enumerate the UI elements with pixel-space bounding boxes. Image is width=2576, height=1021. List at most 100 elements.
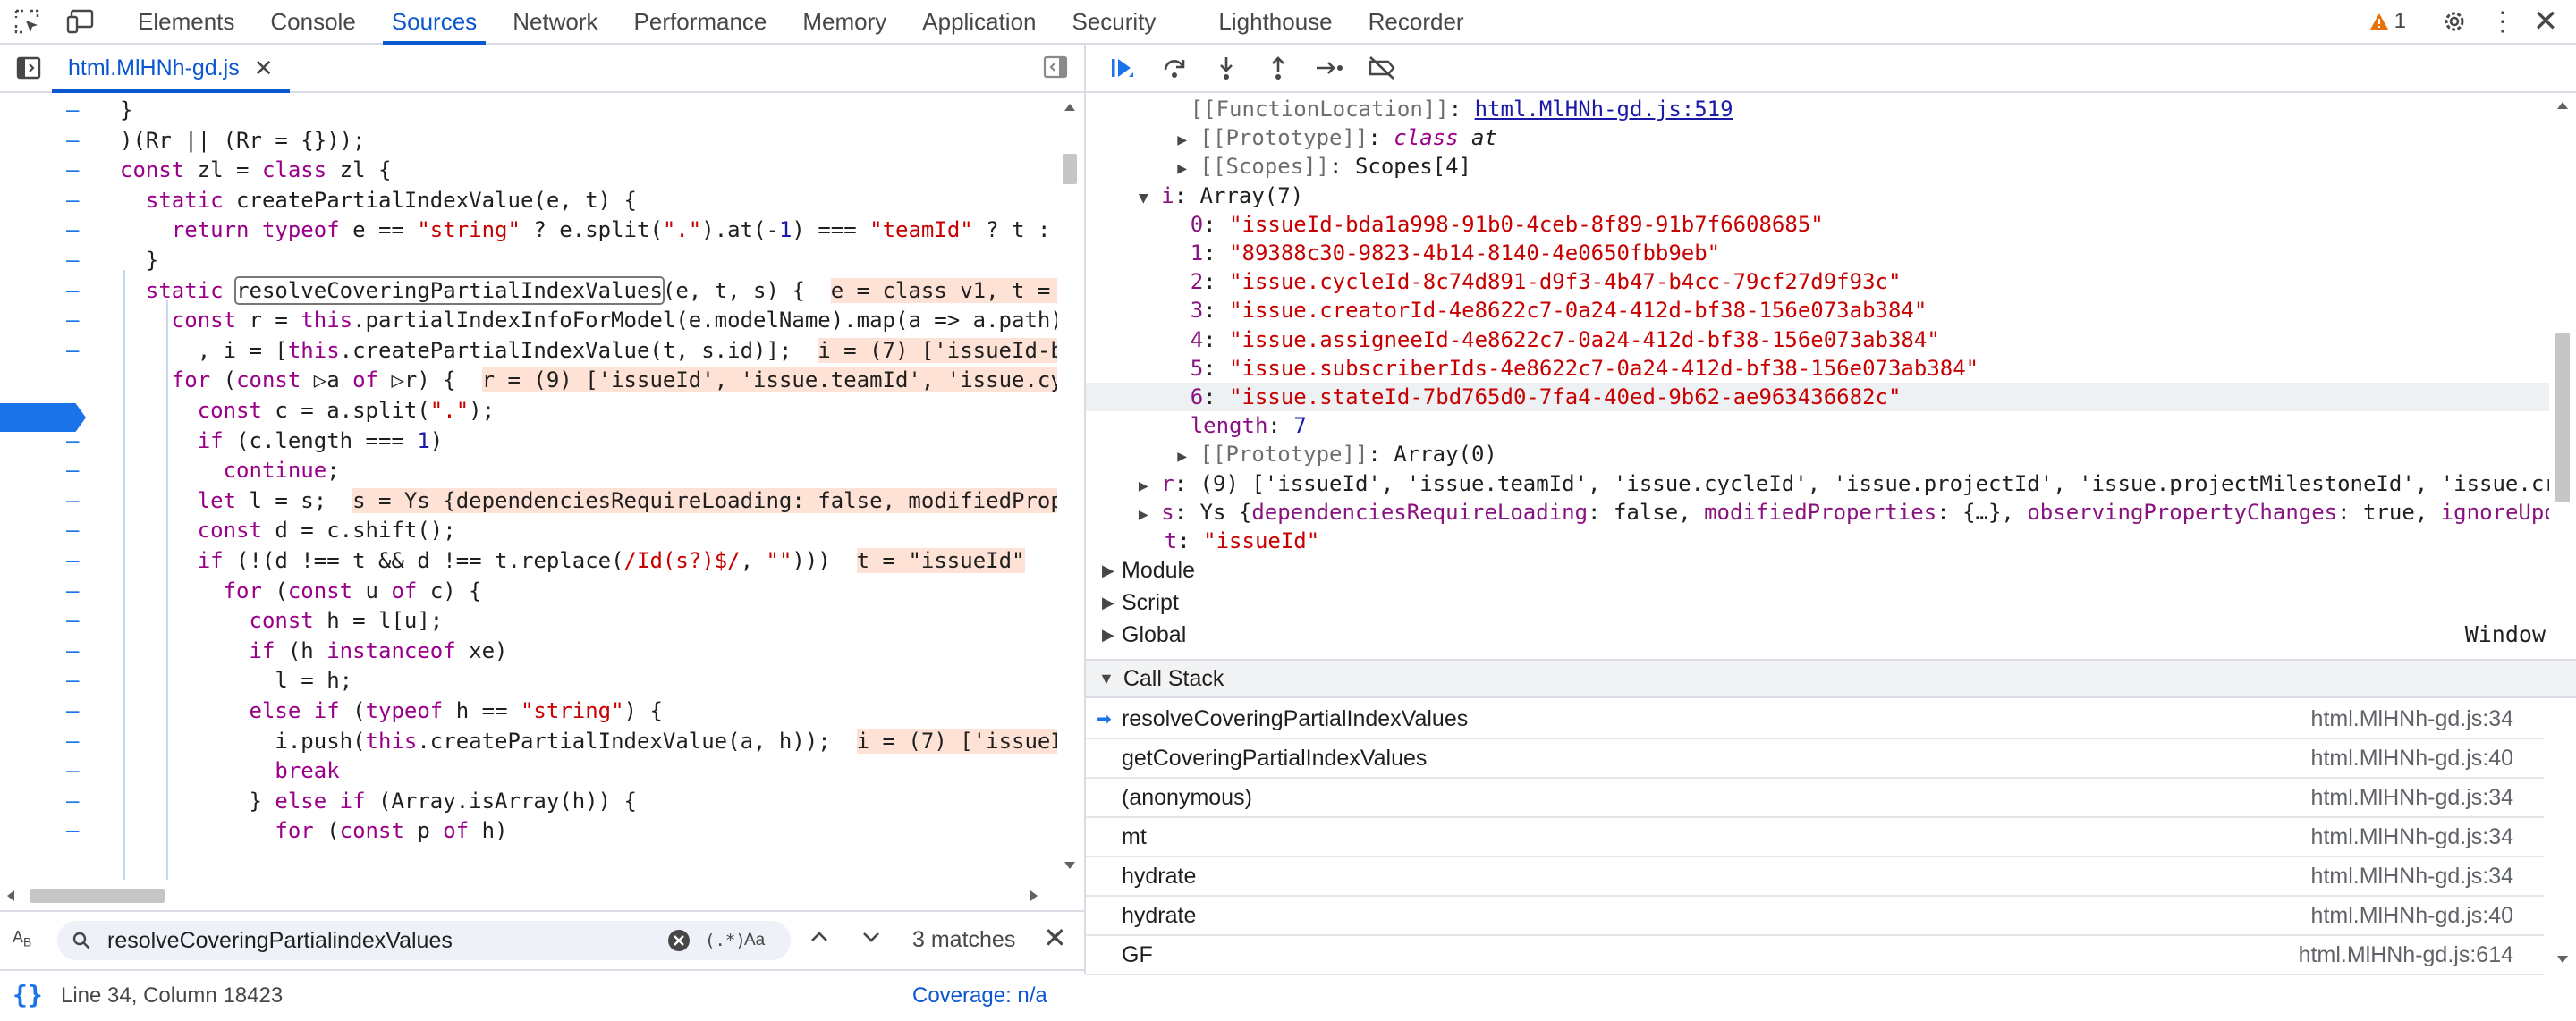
line-gutter-marker[interactable]: – — [66, 576, 79, 606]
code-line[interactable]: – const h = l[u]; — [0, 605, 1055, 636]
resume-icon[interactable] — [1098, 46, 1147, 89]
line-gutter-marker[interactable]: – — [66, 365, 79, 395]
call-frame[interactable]: GF html.MlHNh-gd.js:614 — [1086, 936, 2544, 975]
code-line[interactable]: – static resolveCoveringPartialIndexValu… — [0, 275, 1077, 306]
code-line[interactable]: – static createPartialIndexValue(e, t) { — [0, 185, 1055, 215]
call-frame[interactable]: (anonymous) html.MlHNh-gd.js:34 — [1086, 779, 2544, 818]
tab-memory[interactable]: Memory — [784, 0, 904, 43]
tab-network[interactable]: Network — [495, 0, 615, 43]
open-file-tab[interactable]: html.MlHNh-gd.js ✕ — [52, 45, 290, 93]
line-gutter-marker[interactable]: – — [66, 786, 79, 816]
clear-search-icon[interactable] — [667, 929, 691, 952]
line-gutter-marker[interactable]: – — [66, 515, 79, 545]
search-input[interactable]: resolveCoveringPartialindexValues — [107, 928, 453, 954]
code-line[interactable]: – const r = this.partialIndexInfoForMode… — [0, 305, 1063, 335]
deactivate-breakpoints-icon[interactable] — [1358, 46, 1406, 89]
device-toolbar-icon[interactable] — [54, 0, 107, 43]
code-line[interactable]: – if (c.length === 1) — [0, 426, 1055, 456]
pretty-print-icon[interactable]: {} — [13, 980, 43, 1009]
call-frame-location[interactable]: html.MlHNh-gd.js:34 — [2311, 864, 2513, 890]
code-line[interactable]: – for (const ▷a of ▷r) { r = (9) ['issue… — [0, 365, 1077, 395]
replace-toggle-icon[interactable]: AB — [13, 928, 31, 949]
tab-sources[interactable]: Sources — [374, 0, 495, 45]
line-gutter-marker[interactable]: – — [66, 696, 79, 726]
line-gutter-marker[interactable]: – — [66, 545, 79, 576]
settings-gear-icon[interactable] — [2431, 0, 2478, 43]
line-gutter-marker[interactable]: – — [66, 755, 79, 786]
call-stack-header[interactable]: ▼ Call Stack — [1086, 659, 2576, 698]
line-gutter-marker[interactable]: – — [66, 726, 79, 756]
line-gutter-marker[interactable]: – — [66, 426, 79, 456]
scope-entry[interactable]: ▶ [[Prototype]]: class at — [1086, 123, 2549, 152]
tab-recorder[interactable]: Recorder — [1351, 0, 1482, 43]
scope-entry[interactable]: [[FunctionLocation]]: html.MlHNh-gd.js:5… — [1086, 95, 2549, 123]
tab-console[interactable]: Console — [252, 0, 373, 43]
line-gutter-marker[interactable]: – — [66, 665, 79, 696]
scope-entry[interactable]: ▶ [[Scopes]]: Scopes[4] — [1086, 152, 2549, 181]
call-frame[interactable]: ➡ resolveCoveringPartialIndexValues html.M… — [1086, 700, 2544, 739]
previous-match-icon[interactable] — [807, 924, 832, 954]
more-options-icon[interactable]: ⋮ — [2481, 0, 2524, 43]
line-gutter-marker[interactable]: – — [66, 95, 79, 125]
scope-entry[interactable]: ▶ s: Ys {dependenciesRequireLoading: fal… — [1086, 498, 2549, 527]
call-frame-location[interactable]: html.MlHNh-gd.js:614 — [2299, 942, 2513, 968]
warnings-badge[interactable]: 1 — [2369, 0, 2406, 43]
code-line[interactable]: – if (h instanceof xe) — [0, 636, 1055, 666]
call-frame[interactable]: hydrate html.MlHNh-gd.js:34 — [1086, 857, 2544, 897]
scope-entry[interactable]: 2: "issue.cycleId-8c74d891-d9f3-4b47-b4c… — [1086, 267, 2549, 296]
step-into-icon[interactable] — [1202, 46, 1250, 89]
call-frame-location[interactable]: html.MlHNh-gd.js:34 — [2311, 785, 2513, 811]
close-devtools-icon[interactable]: ✕ — [2526, 0, 2565, 43]
close-search-icon[interactable]: ✕ — [1043, 921, 1067, 955]
call-frame-location[interactable]: html.MlHNh-gd.js:40 — [2311, 746, 2513, 772]
line-gutter-marker[interactable]: – — [66, 636, 79, 666]
match-case-toggle[interactable]: Aa — [744, 931, 765, 950]
toggle-debugger-sidebar-icon[interactable] — [1043, 55, 1068, 83]
code-line[interactable]: – const d = c.shift(); — [0, 515, 1055, 545]
code-line[interactable]: – let l = s; s = Ys {dependenciesRequire… — [0, 485, 1077, 516]
sidebar-vertical-scrollbar[interactable] — [2549, 93, 2576, 974]
code-line[interactable]: – } else if (Array.isArray(h)) { — [0, 786, 1055, 816]
code-line[interactable]: – if (!(d !== t && d !== t.replace(/Id(s… — [0, 545, 1055, 576]
close-file-tab-icon[interactable]: ✕ — [254, 55, 274, 82]
scope-entry[interactable]: ▼ i: Array(7) — [1086, 181, 2549, 210]
coverage-status[interactable]: Coverage: n/a — [912, 983, 1047, 1008]
line-gutter-marker[interactable]: – — [66, 305, 79, 335]
code-line[interactable]: –)(Rr || (Rr = {})); — [0, 125, 1055, 156]
scope-entry[interactable]: 4: "issue.assigneeId-4e8622c7-0a24-412d-… — [1086, 325, 2549, 354]
code-line[interactable]: – const zl = class zl { — [0, 155, 1055, 185]
call-frame-location[interactable]: html.MlHNh-gd.js:40 — [2311, 903, 2513, 929]
scope-section-script[interactable]: ▶ Script — [1086, 588, 2549, 617]
scope-entry[interactable]: 6: "issue.stateId-7bd765d0-7fa4-40ed-9b6… — [1086, 383, 2549, 411]
code-line[interactable]: – , i = [this.createPartialIndexValue(t,… — [0, 335, 1077, 366]
code-line[interactable]: – for (const u of c) { — [0, 576, 1055, 606]
step-out-icon[interactable] — [1254, 46, 1302, 89]
line-gutter-marker[interactable]: – — [66, 815, 79, 846]
scope-entry[interactable]: ▶ r: (9) ['issueId', 'issue.teamId', 'is… — [1086, 469, 2549, 498]
line-gutter-marker[interactable]: – — [66, 185, 79, 215]
call-frame-location[interactable]: html.MlHNh-gd.js:34 — [2311, 824, 2513, 850]
inspect-element-icon[interactable] — [0, 0, 54, 43]
tab-lighthouse[interactable]: Lighthouse — [1200, 0, 1350, 43]
call-frame-location[interactable]: html.MlHNh-gd.js:34 — [2311, 706, 2513, 732]
line-gutter-marker[interactable]: – — [66, 485, 79, 516]
line-gutter-marker[interactable]: – — [66, 245, 79, 275]
call-frame[interactable]: hydrate html.MlHNh-gd.js:40 — [1086, 897, 2544, 936]
line-gutter-marker[interactable]: – — [66, 335, 79, 366]
scope-section-module[interactable]: ▶ Module — [1086, 556, 2549, 585]
call-frame[interactable]: getCoveringPartialIndexValues html.MlHNh-… — [1086, 739, 2544, 779]
tab-performance[interactable]: Performance — [616, 0, 785, 43]
tab-elements[interactable]: Elements — [120, 0, 252, 43]
code-line[interactable]: – break — [0, 755, 1055, 786]
tab-security[interactable]: Security — [1055, 0, 1174, 43]
line-gutter-marker[interactable]: – — [66, 275, 79, 306]
step-over-icon[interactable] — [1150, 46, 1199, 89]
scope-entry[interactable]: length: 7 — [1086, 411, 2549, 440]
search-field[interactable]: resolveCoveringPartialindexValues (.*) A… — [57, 921, 791, 960]
scope-entry[interactable]: 3: "issue.creatorId-4e8622c7-0a24-412d-b… — [1086, 296, 2549, 325]
call-frame[interactable]: mt html.MlHNh-gd.js:34 — [1086, 818, 2544, 857]
editor-horizontal-scrollbar[interactable] — [0, 880, 1055, 910]
line-gutter-marker[interactable]: – — [66, 395, 79, 426]
code-line[interactable]: – l = h; — [0, 665, 1055, 696]
code-line[interactable]: – } — [0, 245, 1055, 275]
